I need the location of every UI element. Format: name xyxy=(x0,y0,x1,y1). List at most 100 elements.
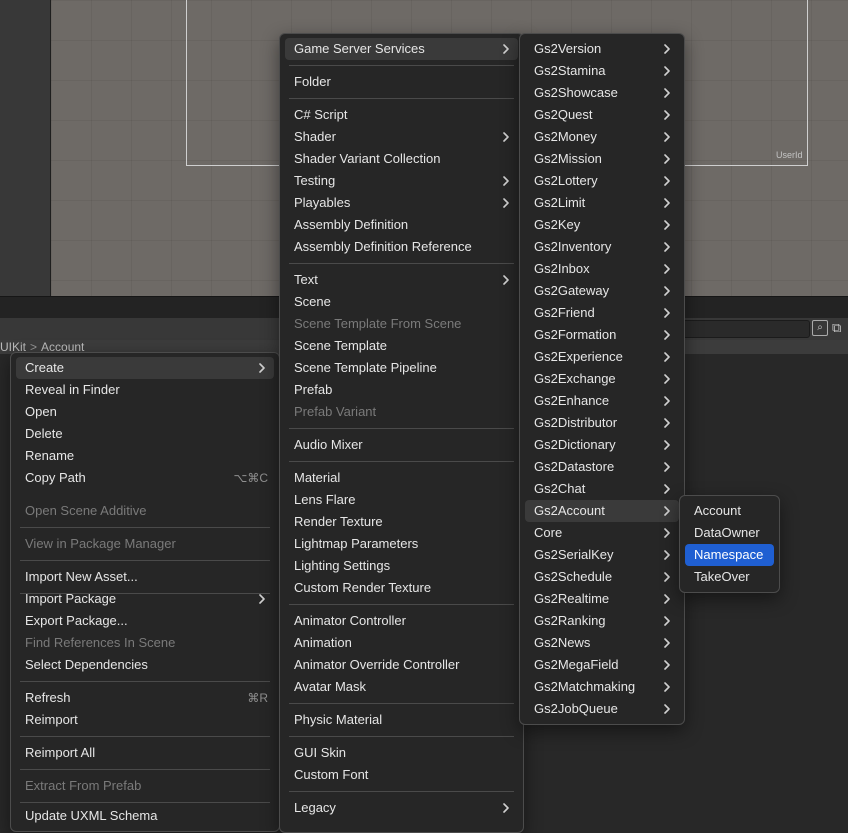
ctx-item-label: View in Package Manager xyxy=(25,536,176,551)
create-item-assembly-definition[interactable]: Assembly Definition xyxy=(285,214,518,236)
create-item-folder[interactable]: Folder xyxy=(285,71,518,93)
gs2-item-gs2key[interactable]: Gs2Key xyxy=(525,214,679,236)
menu-separator xyxy=(289,428,514,429)
create-item-playables[interactable]: Playables xyxy=(285,192,518,214)
gs2-item-gs2money[interactable]: Gs2Money xyxy=(525,126,679,148)
gs2-item-gs2chat[interactable]: Gs2Chat xyxy=(525,478,679,500)
gs2-item-gs2limit[interactable]: Gs2Limit xyxy=(525,192,679,214)
create-item-prefab[interactable]: Prefab xyxy=(285,379,518,401)
gs2-item-gs2account[interactable]: Gs2Account xyxy=(525,500,679,522)
ctx-item-find-references-in-scene: Find References In Scene xyxy=(16,632,274,654)
gs2-item-label: Gs2Experience xyxy=(534,349,623,364)
gs2-item-gs2matchmaking[interactable]: Gs2Matchmaking xyxy=(525,676,679,698)
create-item-label: Game Server Services xyxy=(294,41,425,56)
gs2-item-core[interactable]: Core xyxy=(525,522,679,544)
create-item-audio-mixer[interactable]: Audio Mixer xyxy=(285,434,518,456)
gs2-item-gs2experience[interactable]: Gs2Experience xyxy=(525,346,679,368)
gs2-item-gs2lottery[interactable]: Gs2Lottery xyxy=(525,170,679,192)
create-item-gui-skin[interactable]: GUI Skin xyxy=(285,742,518,764)
create-item-shader[interactable]: Shader xyxy=(285,126,518,148)
gs2-item-gs2news[interactable]: Gs2News xyxy=(525,632,679,654)
create-item-scene-template[interactable]: Scene Template xyxy=(285,335,518,357)
gs2-item-gs2serialkey[interactable]: Gs2SerialKey xyxy=(525,544,679,566)
create-item-animation[interactable]: Animation xyxy=(285,632,518,654)
gs2-item-gs2inbox[interactable]: Gs2Inbox xyxy=(525,258,679,280)
project-search-input[interactable] xyxy=(680,320,810,338)
gs2-item-gs2ranking[interactable]: Gs2Ranking xyxy=(525,610,679,632)
create-item-c-script[interactable]: C# Script xyxy=(285,104,518,126)
create-item-material[interactable]: Material xyxy=(285,467,518,489)
create-item-label: Shader xyxy=(294,129,336,144)
ctx-item-export-package[interactable]: Export Package... xyxy=(16,610,274,632)
ctx-item-label: Extract From Prefab xyxy=(25,778,142,793)
gs2-item-gs2quest[interactable]: Gs2Quest xyxy=(525,104,679,126)
ctx-item-open[interactable]: Open xyxy=(16,401,274,423)
ctx-item-select-dependencies[interactable]: Select Dependencies xyxy=(16,654,274,676)
chevron-right-icon xyxy=(661,698,673,720)
gs2-item-gs2showcase[interactable]: Gs2Showcase xyxy=(525,82,679,104)
create-item-scene-template-pipeline[interactable]: Scene Template Pipeline xyxy=(285,357,518,379)
ctx-item-delete[interactable]: Delete xyxy=(16,423,274,445)
chevron-right-icon xyxy=(661,478,673,500)
create-item-testing[interactable]: Testing xyxy=(285,170,518,192)
gs2account-item-account[interactable]: Account xyxy=(685,500,774,522)
gs2-item-gs2version[interactable]: Gs2Version xyxy=(525,38,679,60)
create-item-custom-font[interactable]: Custom Font xyxy=(285,764,518,786)
gs2-item-gs2inventory[interactable]: Gs2Inventory xyxy=(525,236,679,258)
chevron-right-icon xyxy=(661,500,673,522)
create-item-text[interactable]: Text xyxy=(285,269,518,291)
gs2account-submenu: Account DataOwner Namespace TakeOver xyxy=(679,495,780,593)
ctx-item-rename[interactable]: Rename xyxy=(16,445,274,467)
gs2-item-label: Gs2Datastore xyxy=(534,459,615,474)
search-by-type-icon[interactable]: ⌕ xyxy=(812,320,828,336)
gs2-item-gs2enhance[interactable]: Gs2Enhance xyxy=(525,390,679,412)
gs2-item-gs2gateway[interactable]: Gs2Gateway xyxy=(525,280,679,302)
label-filter-icon[interactable]: ⧉ xyxy=(832,320,848,336)
create-item-custom-render-texture[interactable]: Custom Render Texture xyxy=(285,577,518,599)
chevron-right-icon xyxy=(500,170,512,192)
gs2-item-gs2dictionary[interactable]: Gs2Dictionary xyxy=(525,434,679,456)
gs2account-item-takeover[interactable]: TakeOver xyxy=(685,566,774,588)
chevron-right-icon xyxy=(661,654,673,676)
ctx-item-label: Refresh xyxy=(25,690,71,705)
create-item-physic-material[interactable]: Physic Material xyxy=(285,709,518,731)
ctx-item-copy-path[interactable]: Copy Path ⌥⌘C xyxy=(16,467,274,489)
ctx-item-import-new-asset[interactable]: Import New Asset... xyxy=(16,566,274,588)
gs2-item-gs2schedule[interactable]: Gs2Schedule xyxy=(525,566,679,588)
create-item-lighting-settings[interactable]: Lighting Settings xyxy=(285,555,518,577)
ctx-item-refresh[interactable]: Refresh ⌘R xyxy=(16,687,274,709)
gs2-item-gs2friend[interactable]: Gs2Friend xyxy=(525,302,679,324)
ctx-item-reimport[interactable]: Reimport xyxy=(16,709,274,731)
ctx-item-create[interactable]: Create xyxy=(16,357,274,379)
gs2-item-gs2exchange[interactable]: Gs2Exchange xyxy=(525,368,679,390)
gs2account-item-namespace[interactable]: Namespace xyxy=(685,544,774,566)
gs2-item-gs2jobqueue[interactable]: Gs2JobQueue xyxy=(525,698,679,720)
scene-userid-label: UserId xyxy=(776,150,803,160)
create-item-scene[interactable]: Scene xyxy=(285,291,518,313)
gs2-item-gs2formation[interactable]: Gs2Formation xyxy=(525,324,679,346)
create-item-render-texture[interactable]: Render Texture xyxy=(285,511,518,533)
create-item-assembly-definition-reference[interactable]: Assembly Definition Reference xyxy=(285,236,518,258)
gs2-item-gs2megafield[interactable]: Gs2MegaField xyxy=(525,654,679,676)
create-item-shader-variant-collection[interactable]: Shader Variant Collection xyxy=(285,148,518,170)
gs2-item-gs2realtime[interactable]: Gs2Realtime xyxy=(525,588,679,610)
create-item-animator-override-controller[interactable]: Animator Override Controller xyxy=(285,654,518,676)
create-item-legacy[interactable]: Legacy xyxy=(285,797,518,819)
gs2account-item-dataowner[interactable]: DataOwner xyxy=(685,522,774,544)
create-item-label: Assembly Definition xyxy=(294,217,409,232)
ctx-item-reveal-in-finder[interactable]: Reveal in Finder xyxy=(16,379,274,401)
gs2-item-gs2stamina[interactable]: Gs2Stamina xyxy=(525,60,679,82)
gs2-item-gs2datastore[interactable]: Gs2Datastore xyxy=(525,456,679,478)
ctx-item-reimport-all[interactable]: Reimport All xyxy=(16,742,274,764)
create-item-avatar-mask[interactable]: Avatar Mask xyxy=(285,676,518,698)
ctx-item-update-uxml-schema[interactable]: Update UXML Schema xyxy=(16,805,274,827)
gs2-item-gs2mission[interactable]: Gs2Mission xyxy=(525,148,679,170)
ctx-item-label: Find References In Scene xyxy=(25,635,176,650)
ctx-item-import-package[interactable]: Import Package xyxy=(16,588,274,610)
create-item-lens-flare[interactable]: Lens Flare xyxy=(285,489,518,511)
gs2-item-gs2distributor[interactable]: Gs2Distributor xyxy=(525,412,679,434)
create-item-game-server-services[interactable]: Game Server Services xyxy=(285,38,518,60)
create-item-animator-controller[interactable]: Animator Controller xyxy=(285,610,518,632)
create-item-lightmap-parameters[interactable]: Lightmap Parameters xyxy=(285,533,518,555)
chevron-right-icon xyxy=(661,324,673,346)
